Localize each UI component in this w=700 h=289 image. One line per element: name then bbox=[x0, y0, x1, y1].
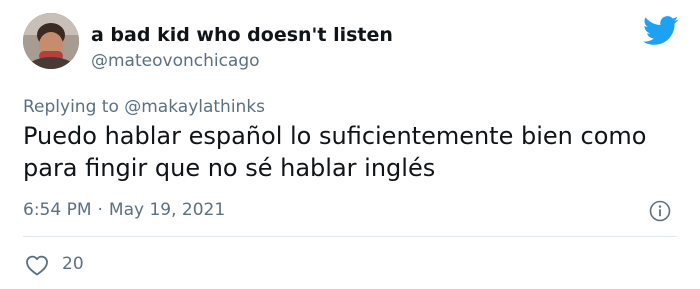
display-name[interactable]: a bad kid who doesn't listen bbox=[91, 22, 393, 48]
info-icon[interactable] bbox=[649, 200, 671, 222]
like-count: 20 bbox=[62, 254, 84, 274]
replying-to-prefix: Replying to bbox=[23, 97, 119, 117]
heart-icon[interactable] bbox=[25, 254, 49, 276]
twitter-bird-icon[interactable] bbox=[643, 16, 679, 46]
tweet-time: 6:54 PM bbox=[23, 200, 92, 220]
tweet-text: Puedo hablar español lo suficientemente … bbox=[23, 122, 647, 182]
replying-to-mention[interactable]: @makaylathinks bbox=[124, 97, 265, 117]
meta-separator: · bbox=[97, 200, 103, 220]
user-handle[interactable]: @mateovonchicago bbox=[91, 49, 260, 73]
avatar-photo bbox=[23, 13, 79, 69]
tweet-card: a bad kid who doesn't listen @mateovonch… bbox=[0, 0, 700, 289]
replying-to: Replying to @makaylathinks bbox=[23, 95, 265, 119]
tweet-timestamp[interactable]: 6:54 PM · May 19, 2021 bbox=[23, 198, 225, 222]
divider bbox=[23, 236, 677, 237]
avatar[interactable] bbox=[23, 13, 79, 69]
tweet-date: May 19, 2021 bbox=[108, 200, 226, 220]
